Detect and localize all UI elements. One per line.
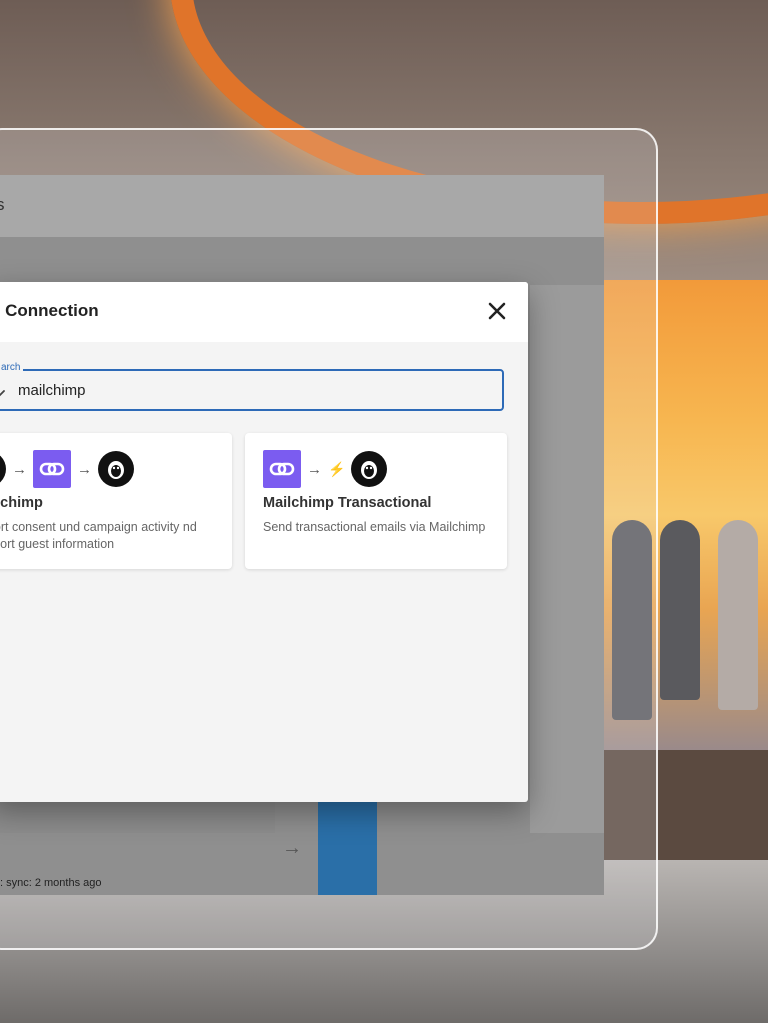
app-header-title: s	[0, 195, 5, 214]
background-person	[660, 520, 700, 700]
arrow-right-icon: →	[12, 460, 27, 478]
card-description: Send transactional emails via Mailchimp	[263, 520, 486, 534]
dialog-header: d Connection	[0, 282, 528, 342]
link-icon	[33, 450, 71, 488]
app-side-panel	[530, 285, 604, 833]
search-input[interactable]	[18, 379, 488, 401]
connection-card-mailchimp-transactional[interactable]: → ⚡ Mailchimp Transactional Send transac…	[245, 433, 507, 569]
app-blue-bar	[318, 802, 377, 895]
screen: s → : sync: 2 months ago d Connection ar…	[0, 0, 768, 1023]
card-title: Mailchimp Transactional	[263, 495, 432, 511]
dialog-title: d Connection	[0, 301, 99, 320]
search-icon	[0, 390, 5, 397]
mailchimp-icon	[0, 451, 6, 487]
background-person	[718, 520, 758, 710]
add-connection-dialog: d Connection arch → →	[0, 282, 528, 802]
search-label: arch	[0, 362, 24, 373]
close-icon[interactable]	[484, 298, 510, 324]
arrow-right-icon: →	[282, 837, 302, 859]
mailchimp-icon	[98, 451, 134, 487]
app-header: s	[0, 175, 604, 237]
arrow-right-icon: →	[77, 460, 92, 478]
connection-flow: → ⚡	[263, 450, 388, 488]
last-sync-text: : sync: 2 months ago	[0, 877, 102, 889]
mailchimp-icon	[351, 451, 388, 487]
connection-flow: → →	[0, 450, 134, 488]
card-title: lailchimp	[0, 495, 43, 511]
bolt-icon: ⚡	[328, 460, 346, 477]
card-description: nport consent und campaign activity nd e…	[0, 520, 197, 551]
arrow-right-icon: →	[307, 460, 322, 478]
connection-card-mailchimp[interactable]: → → lailchimp nport consent und campaign…	[0, 433, 232, 569]
link-icon	[263, 450, 301, 488]
